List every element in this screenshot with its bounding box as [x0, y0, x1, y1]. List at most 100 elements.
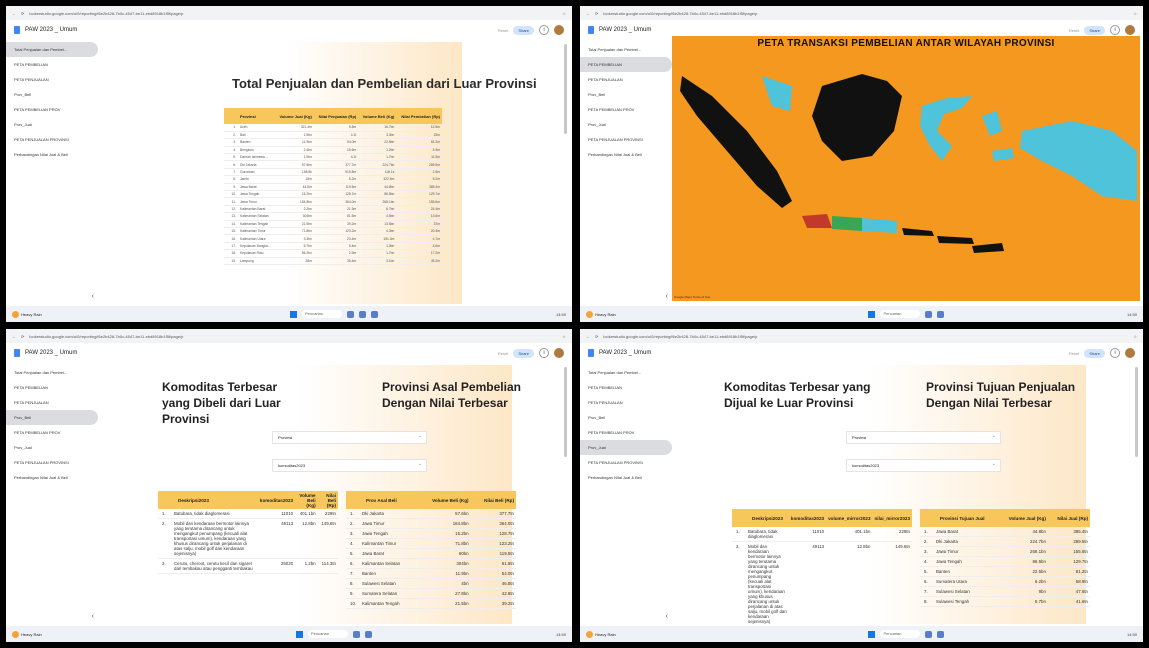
- nav-item[interactable]: Perbandingan Nilai Jual & Beli: [580, 470, 672, 485]
- col-header[interactable]: komoditas2023: [257, 491, 296, 509]
- avatar[interactable]: [554, 348, 564, 358]
- info-icon[interactable]: i: [1110, 348, 1120, 358]
- col-header[interactable]: Nilai Beli (Rp): [470, 491, 516, 509]
- avatar[interactable]: [1125, 348, 1135, 358]
- col-header[interactable]: Volume Beli (Kg): [358, 108, 397, 124]
- app-icon[interactable]: [925, 310, 933, 318]
- scrollbar[interactable]: [564, 367, 567, 457]
- scrollbar[interactable]: [1135, 367, 1138, 457]
- nav-item[interactable]: PETA PENJUALAN PROVINSI: [6, 132, 98, 147]
- nav-item[interactable]: PETA PENJUALAN PROVINSI: [580, 132, 672, 147]
- search-input[interactable]: Pencarian: [301, 310, 342, 318]
- nav-item[interactable]: Total Penjualan dan Pembel...: [580, 42, 672, 57]
- col-header[interactable]: nilai_mirror2023: [872, 509, 912, 527]
- nav-item[interactable]: PETA PEMBELIAN: [580, 380, 672, 395]
- nav-item[interactable]: PETA PEMBELIAN PROV: [6, 102, 98, 117]
- nav-item[interactable]: Prov_Jual: [580, 440, 672, 455]
- commodity-dropdown[interactable]: komoditas2023: [272, 459, 427, 472]
- nav-item[interactable]: Prov_Beli: [6, 87, 98, 102]
- reload-icon[interactable]: ⟳: [595, 334, 598, 339]
- col-header[interactable]: Provinsi Tujuan Jual: [934, 509, 998, 527]
- col-header[interactable]: Volume Beli (Kg): [416, 491, 471, 509]
- app-icon[interactable]: [937, 310, 945, 318]
- app-icon[interactable]: [352, 630, 360, 638]
- info-icon[interactable]: i: [1110, 25, 1120, 35]
- avatar[interactable]: [1125, 25, 1135, 35]
- share-button[interactable]: Share: [513, 348, 534, 358]
- nav-item[interactable]: PETA PENJUALAN PROVINSI: [580, 455, 672, 470]
- nav-item[interactable]: PETA PENJUALAN PROVINSI: [6, 455, 98, 470]
- commodity-dropdown[interactable]: komoditas2023: [846, 459, 1001, 472]
- nav-item[interactable]: Total Penjualan dan Pembel...: [6, 365, 98, 380]
- nav-item[interactable]: Total Penjualan dan Pembel...: [6, 42, 98, 57]
- col-header[interactable]: volume_mirror2023: [826, 509, 873, 527]
- reload-icon[interactable]: ⟳: [595, 11, 598, 16]
- nav-item[interactable]: Prov_Jual: [580, 117, 672, 132]
- nav-item[interactable]: PETA PENJUALAN: [6, 395, 98, 410]
- nav-item[interactable]: PETA PEMBELIAN: [6, 57, 98, 72]
- url-bar[interactable]: lookerstudio.google.com/u/0/reporting/f6…: [29, 334, 557, 339]
- nav-item[interactable]: Prov_Beli: [6, 410, 98, 425]
- col-header[interactable]: Nilai Beli (Rp): [317, 491, 338, 509]
- col-header[interactable]: Prov Asal Beli: [360, 491, 417, 509]
- app-icon[interactable]: [370, 310, 378, 318]
- col-header[interactable]: komoditas2023: [788, 509, 827, 527]
- share-button[interactable]: Share: [513, 25, 534, 35]
- reset-button[interactable]: Reset: [1069, 28, 1079, 33]
- windows-icon[interactable]: [868, 630, 876, 638]
- nav-item[interactable]: Perbandingan Nilai Jual & Beli: [580, 147, 672, 162]
- info-icon[interactable]: i: [539, 348, 549, 358]
- col-header[interactable]: Nilai Pembelian (Rp): [396, 108, 442, 124]
- reset-button[interactable]: Reset: [1069, 351, 1079, 356]
- app-icon[interactable]: [364, 630, 372, 638]
- nav-item[interactable]: PETA PENJUALAN: [6, 72, 98, 87]
- search-input[interactable]: Pencarian: [880, 310, 921, 318]
- nav-item[interactable]: PETA PEMBELIAN PROV: [580, 425, 672, 440]
- map-footer[interactable]: Google Maps Terms of Use: [674, 295, 710, 299]
- col-header[interactable]: Nilai Jual (Rp): [1047, 509, 1090, 527]
- col-header[interactable]: Volume Jual (Kg): [997, 509, 1048, 527]
- app-icon[interactable]: [358, 310, 366, 318]
- windows-icon[interactable]: [289, 310, 297, 318]
- col-header[interactable]: Volume Beli (Kg): [295, 491, 318, 509]
- nav-item[interactable]: Prov_Jual: [6, 440, 98, 455]
- reload-icon[interactable]: ⟳: [21, 334, 24, 339]
- collapse-icon[interactable]: ‹: [92, 293, 94, 300]
- col-header[interactable]: Deskripsi2023: [746, 509, 789, 527]
- share-button[interactable]: Share: [1084, 25, 1105, 35]
- back-icon[interactable]: ←: [586, 334, 590, 339]
- back-icon[interactable]: ←: [586, 11, 590, 16]
- back-icon[interactable]: ←: [12, 11, 16, 16]
- info-icon[interactable]: i: [539, 25, 549, 35]
- star-icon[interactable]: ☆: [1133, 11, 1137, 16]
- province-dropdown[interactable]: Provinsi: [846, 431, 1001, 444]
- nav-item[interactable]: PETA PEMBELIAN PROV: [580, 102, 672, 117]
- star-icon[interactable]: ☆: [1133, 334, 1137, 339]
- nav-item[interactable]: Prov_Beli: [580, 410, 672, 425]
- search-input[interactable]: Pencarian: [880, 630, 921, 638]
- star-icon[interactable]: ☆: [562, 334, 566, 339]
- nav-item[interactable]: PETA PEMBELIAN: [6, 380, 98, 395]
- nav-item[interactable]: Perbandingan Nilai Jual & Beli: [6, 470, 98, 485]
- collapse-icon[interactable]: ‹: [666, 613, 668, 620]
- windows-icon[interactable]: [868, 310, 876, 318]
- app-icon[interactable]: [925, 630, 933, 638]
- col-header[interactable]: Nilai Penjualan (Rp): [313, 108, 359, 124]
- share-button[interactable]: Share: [1084, 348, 1105, 358]
- reset-button[interactable]: Reset: [498, 28, 508, 33]
- back-icon[interactable]: ←: [12, 334, 16, 339]
- url-bar[interactable]: lookerstudio.google.com/u/0/reporting/f6…: [603, 11, 1128, 16]
- avatar[interactable]: [554, 25, 564, 35]
- nav-item[interactable]: PETA PENJUALAN: [580, 72, 672, 87]
- col-header[interactable]: Deskripsi2023: [172, 491, 258, 509]
- province-map[interactable]: PETA TRANSAKSI PEMBELIAN ANTAR WILAYAH P…: [672, 36, 1140, 301]
- search-input[interactable]: Pencarian: [307, 630, 348, 638]
- nav-item[interactable]: Prov_Jual: [6, 117, 98, 132]
- nav-item[interactable]: PETA PEMBELIAN: [580, 57, 672, 72]
- reload-icon[interactable]: ⟳: [21, 11, 24, 16]
- reset-button[interactable]: Reset: [498, 351, 508, 356]
- windows-icon[interactable]: [295, 630, 303, 638]
- nav-item[interactable]: Total Penjualan dan Pembel...: [580, 365, 672, 380]
- collapse-icon[interactable]: ‹: [92, 613, 94, 620]
- province-dropdown[interactable]: Provinsi: [272, 431, 427, 444]
